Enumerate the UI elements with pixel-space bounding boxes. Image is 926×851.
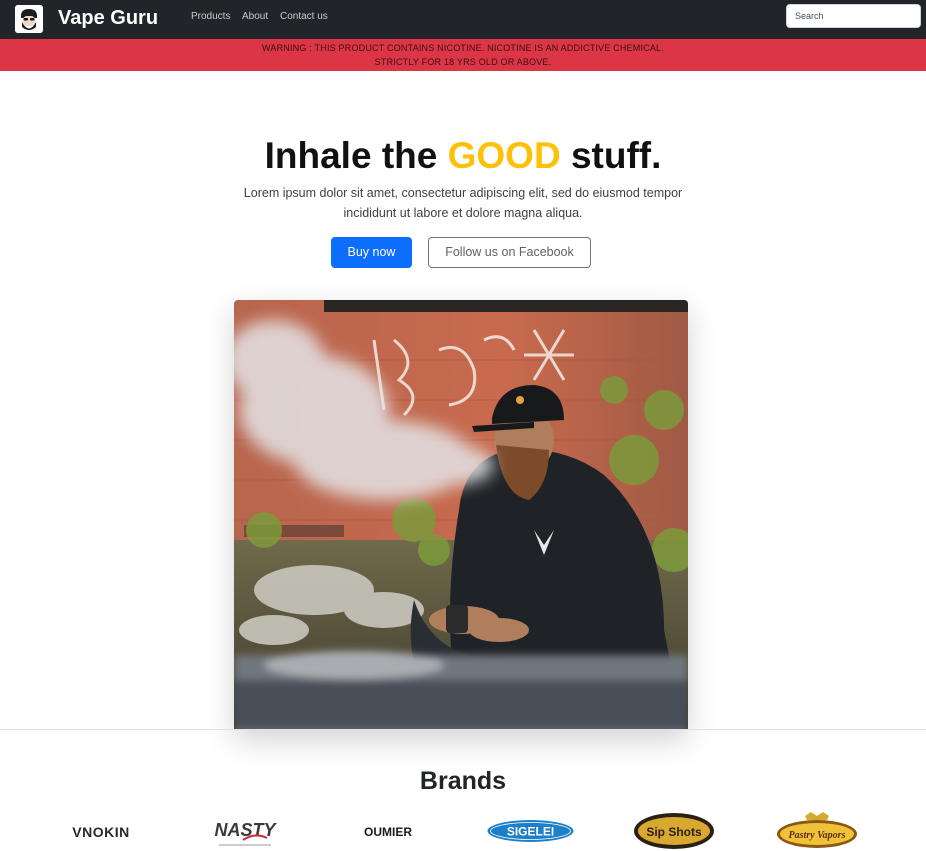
brand-logo-nasty[interactable]: NASTY (205, 810, 285, 851)
nav-link-products[interactable]: Products (191, 11, 230, 23)
section-divider (0, 729, 926, 730)
brand-logo-vnokin[interactable]: VNOKIN (60, 810, 142, 851)
hero-title-end: stuff. (560, 135, 662, 176)
hero-title: Inhale the GOOD stuff. (0, 133, 926, 179)
search-input[interactable] (786, 4, 921, 28)
brand-logo-vnokin-text: VNOKIN (72, 824, 129, 840)
brand-logo-nasty-text: NASTY (214, 820, 277, 840)
nav-link-contact[interactable]: Contact us (280, 11, 328, 23)
navbar: Vape Guru Products About Contact us (0, 0, 926, 39)
brands-title: Brands (419, 767, 507, 795)
buy-now-button[interactable]: Buy now (331, 237, 412, 268)
brand-logo-sip-shots[interactable]: Sip Shots (631, 810, 717, 851)
warning-line-1: WARNING : THIS PRODUCT CONTAINS NICOTINE… (262, 43, 664, 53)
brand-logo-pastry-vapors-text: Pastry Vapors (789, 830, 846, 841)
hero-lead-text: Lorem ipsum dolor sit amet, consectetur … (243, 186, 683, 220)
follow-facebook-button[interactable]: Follow us on Facebook (428, 237, 591, 268)
brand-logo-sip-shots-text: Sip Shots (646, 825, 702, 839)
hero-image (234, 300, 688, 730)
brand-logo-oumier[interactable]: OUMIER (350, 810, 426, 851)
brand-name[interactable]: Vape Guru (58, 6, 158, 30)
hero-title-start: Inhale the (264, 135, 448, 176)
nicotine-warning-banner: WARNING : THIS PRODUCT CONTAINS NICOTINE… (0, 39, 926, 71)
hero-title-accent: GOOD (447, 135, 561, 176)
warning-line-2: STRICTLY FOR 18 YRS OLD OR ABOVE. (374, 57, 552, 67)
brand-logo-sigelei[interactable]: SIGELEI (486, 810, 575, 851)
brand-logo-oumier-text: OUMIER (364, 825, 412, 839)
brand-logo-icon[interactable] (15, 5, 43, 33)
brand-logo-sigelei-text: SIGELEI (507, 824, 554, 838)
nav-link-about[interactable]: About (242, 11, 268, 23)
brand-logo-pastry-vapors[interactable]: Pastry Vapors (775, 810, 859, 851)
